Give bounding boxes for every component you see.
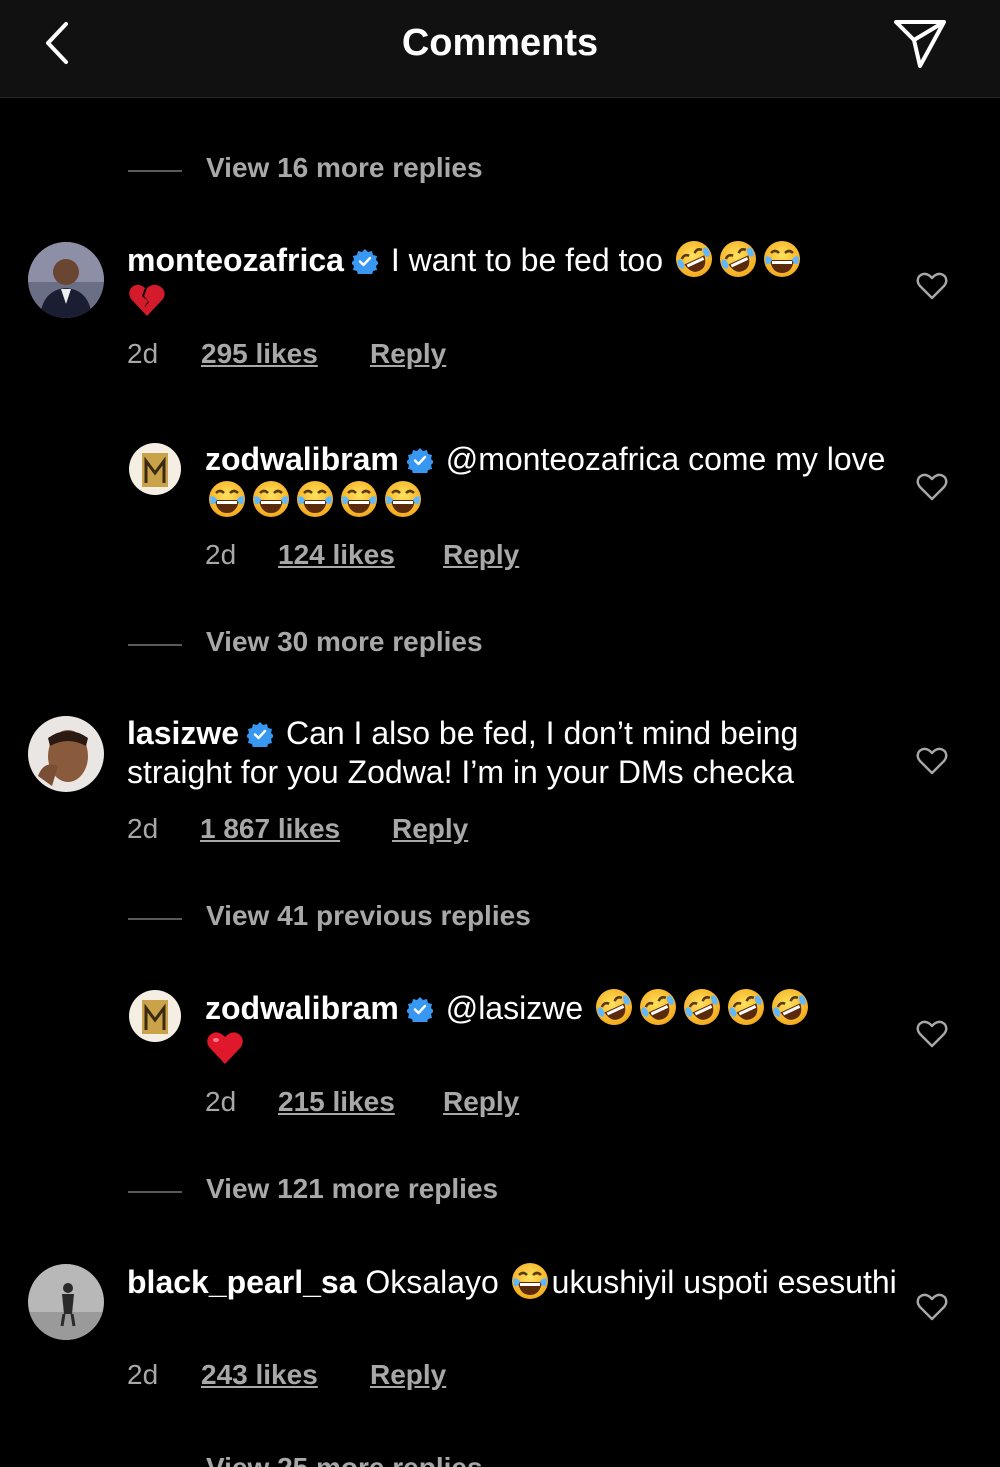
comment-meta: 2d 295 likes Reply: [127, 338, 627, 374]
view-more-replies[interactable]: View 30 more replies: [128, 624, 628, 664]
username[interactable]: zodwalibram: [205, 441, 399, 477]
comment-message: @lasizwe: [445, 990, 584, 1026]
avatar[interactable]: [28, 242, 104, 318]
top-bar: Comments: [0, 0, 1000, 98]
joy-emoji-icon: [251, 479, 291, 519]
avatar[interactable]: [129, 443, 181, 495]
comment-meta: 2d 215 likes Reply: [205, 1086, 705, 1122]
avatar-image: [28, 1264, 104, 1340]
view-more-label[interactable]: View 25 more replies: [206, 1452, 483, 1467]
comment-meta: 2d 1 867 likes Reply: [127, 813, 627, 849]
joy-emoji-icon: [339, 479, 379, 519]
broken-heart-emoji-icon: [127, 280, 167, 320]
view-more-replies-cutoff[interactable]: View 25 more replies: [128, 1450, 728, 1467]
likes-count[interactable]: 124 likes: [278, 539, 395, 571]
comment-message-continued: ukushiyil uspoti esesuthi: [551, 1264, 897, 1300]
reply-button[interactable]: Reply: [392, 813, 468, 845]
view-more-label[interactable]: View 30 more replies: [206, 626, 483, 658]
avatar[interactable]: [129, 990, 181, 1042]
comment-message: @monteozafrica come my love: [445, 441, 886, 477]
divider: [128, 170, 182, 172]
like-heart-icon[interactable]: [915, 1018, 949, 1050]
comment-message: I want to be fed too: [390, 242, 664, 278]
verified-badge-icon: [407, 996, 433, 1022]
avatar-image: [28, 242, 104, 318]
view-more-replies[interactable]: View 16 more replies: [128, 150, 628, 190]
verified-badge-icon: [407, 447, 433, 473]
username[interactable]: lasizwe: [127, 715, 239, 751]
rofl-emoji-icon: [594, 987, 634, 1027]
send-icon: [894, 20, 946, 68]
rofl-emoji-icon: [682, 987, 722, 1027]
timestamp: 2d: [127, 1359, 159, 1390]
joy-emoji-icon: [383, 479, 423, 519]
view-more-label[interactable]: View 121 more replies: [206, 1173, 498, 1205]
joy-emoji-icon: [295, 479, 335, 519]
joy-emoji-icon: [510, 1261, 550, 1301]
joy-emoji-icon: [207, 479, 247, 519]
view-previous-replies[interactable]: View 41 previous replies: [128, 898, 678, 938]
verified-badge-icon: [352, 248, 378, 274]
likes-count[interactable]: 295 likes: [201, 338, 318, 370]
like-heart-icon[interactable]: [915, 270, 949, 302]
likes-count[interactable]: 243 likes: [201, 1359, 318, 1391]
rofl-emoji-icon: [674, 239, 714, 279]
avatar-image: [28, 716, 104, 792]
avatar-image: [129, 990, 181, 1042]
timestamp: 2d: [205, 1086, 237, 1117]
red-heart-emoji-icon: [205, 1028, 245, 1068]
comment-text: monteozafrica I want to be fed too: [127, 239, 897, 321]
timestamp: 2d: [127, 813, 159, 844]
username[interactable]: monteozafrica: [127, 242, 344, 278]
comment-text: zodwalibram @monteozafrica come my love: [205, 440, 895, 520]
divider: [128, 644, 182, 646]
timestamp: 2d: [205, 539, 237, 570]
comment-meta: 2d 124 likes Reply: [205, 539, 705, 575]
reply-button[interactable]: Reply: [370, 1359, 446, 1391]
divider: [128, 1191, 182, 1193]
username[interactable]: zodwalibram: [205, 990, 399, 1026]
like-heart-icon[interactable]: [915, 1291, 949, 1323]
verified-badge-icon: [247, 721, 273, 747]
rofl-emoji-icon: [638, 987, 678, 1027]
timestamp: 2d: [127, 338, 159, 369]
comment-text: lasizwe Can I also be fed, I don’t mind …: [127, 714, 897, 792]
comment-meta: 2d 243 likes Reply: [127, 1359, 627, 1395]
username[interactable]: black_pearl_sa: [127, 1264, 357, 1300]
reply-button[interactable]: Reply: [443, 1086, 519, 1118]
comment-message: Oksalayo: [365, 1264, 499, 1300]
comment-text: zodwalibram @lasizwe: [205, 987, 895, 1069]
view-more-replies[interactable]: View 25 more replies: [128, 1450, 728, 1467]
share-button[interactable]: [890, 16, 950, 72]
reply-button[interactable]: Reply: [370, 338, 446, 370]
like-heart-icon[interactable]: [915, 745, 949, 777]
avatar-image: [129, 443, 181, 495]
page-title: Comments: [401, 22, 599, 64]
avatar[interactable]: [28, 716, 104, 792]
view-more-replies[interactable]: View 121 more replies: [128, 1171, 628, 1211]
reply-button[interactable]: Reply: [443, 539, 519, 571]
rofl-emoji-icon: [718, 239, 758, 279]
comment-text: black_pearl_sa Oksalayo ukushiyil uspoti…: [127, 1261, 897, 1302]
view-more-label[interactable]: View 16 more replies: [206, 152, 483, 184]
likes-count[interactable]: 1 867 likes: [200, 813, 340, 845]
likes-count[interactable]: 215 likes: [278, 1086, 395, 1118]
divider: [128, 918, 182, 920]
joy-emoji-icon: [762, 239, 802, 279]
view-more-label[interactable]: View 41 previous replies: [206, 900, 531, 932]
rofl-emoji-icon: [770, 987, 810, 1027]
rofl-emoji-icon: [726, 987, 766, 1027]
avatar[interactable]: [28, 1264, 104, 1340]
like-heart-icon[interactable]: [915, 471, 949, 503]
